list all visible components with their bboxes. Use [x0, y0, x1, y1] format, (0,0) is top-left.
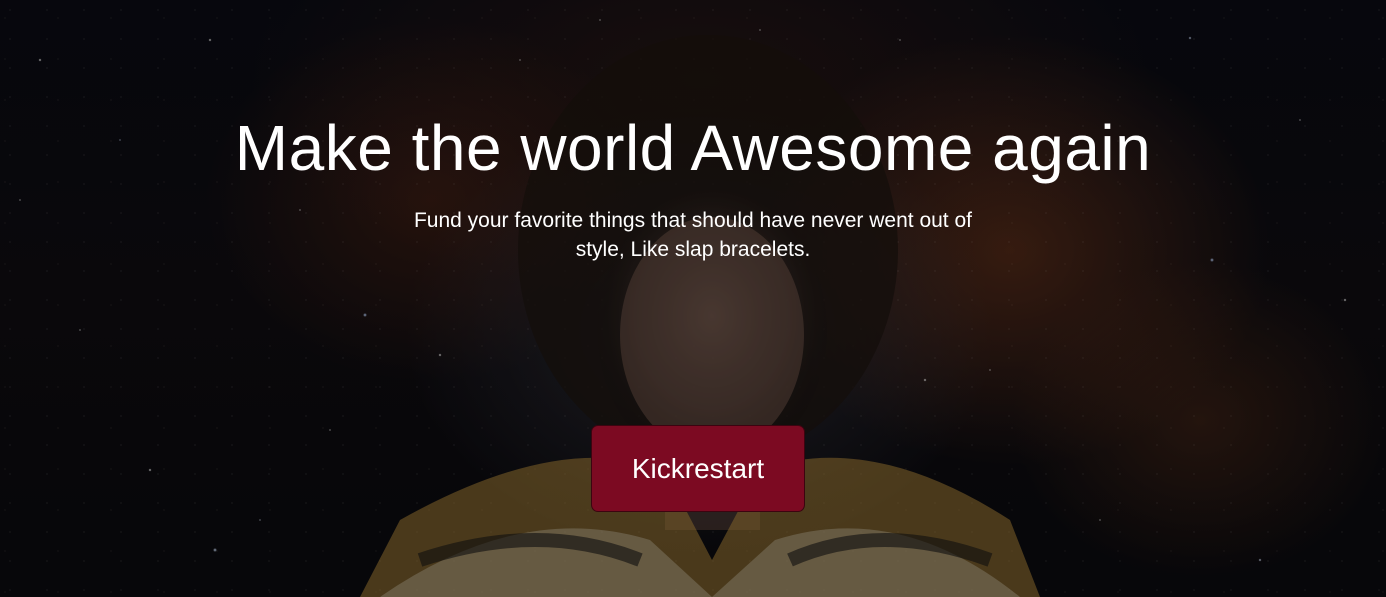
- hero-section: Make the world Awesome again Fund your f…: [0, 0, 1386, 597]
- page-subtitle: Fund your favorite things that should ha…: [413, 209, 972, 261]
- kickrestart-button[interactable]: Kickrestart: [591, 425, 805, 512]
- page-title: Make the world Awesome again: [234, 112, 1152, 184]
